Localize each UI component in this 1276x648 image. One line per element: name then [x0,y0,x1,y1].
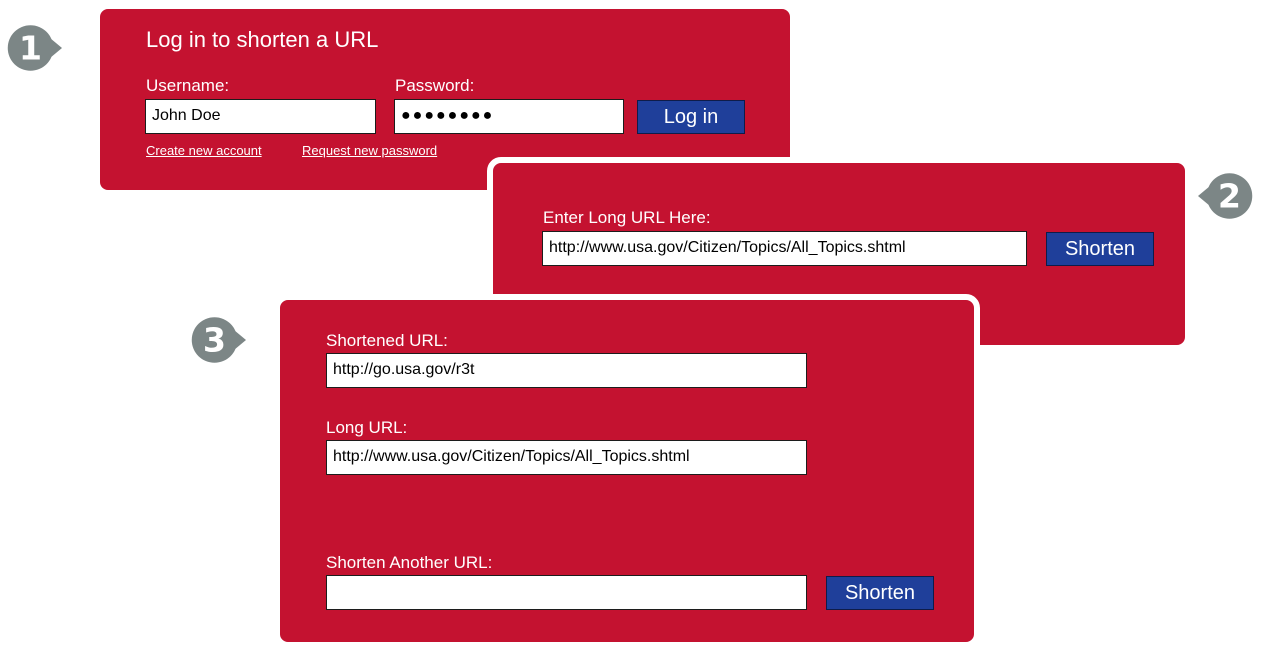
username-input[interactable]: John Doe [145,99,376,134]
long-url-input[interactable]: http://www.usa.gov/Citizen/Topics/All_To… [542,231,1027,266]
step-2-badge-icon: 2 [1198,173,1253,219]
shorten-another-input[interactable] [326,575,807,610]
shorten-another-label: Shorten Another URL: [326,553,493,572]
long-url-result-field[interactable]: http://www.usa.gov/Citizen/Topics/All_To… [326,440,807,475]
login-title: Log in to shorten a URL [146,27,379,52]
step-2-number: 2 [1218,176,1241,215]
create-account-link[interactable]: Create new account [146,143,262,159]
long-url-label: Enter Long URL Here: [543,208,711,227]
request-password-link[interactable]: Request new password [302,143,437,159]
password-label: Password: [395,76,475,95]
step-1-number: 1 [19,28,42,67]
step-1-badge-icon: 1 [7,25,62,71]
shortened-url-field[interactable]: http://go.usa.gov/r3t [326,353,807,388]
step-3-number: 3 [203,320,226,359]
step-3-badge-icon: 3 [191,317,246,363]
login-button[interactable]: Log in [637,100,745,134]
long-url-result-label: Long URL: [326,418,408,437]
result-panel: Shortened URL: http://go.usa.gov/r3t Lon… [274,294,980,648]
shortened-url-label: Shortened URL: [326,331,448,350]
shorten-button[interactable]: Shorten [1046,232,1154,266]
password-input[interactable]: ●●●●●●●● [394,99,624,134]
username-label: Username: [146,76,230,95]
shorten-another-button[interactable]: Shorten [826,576,934,610]
